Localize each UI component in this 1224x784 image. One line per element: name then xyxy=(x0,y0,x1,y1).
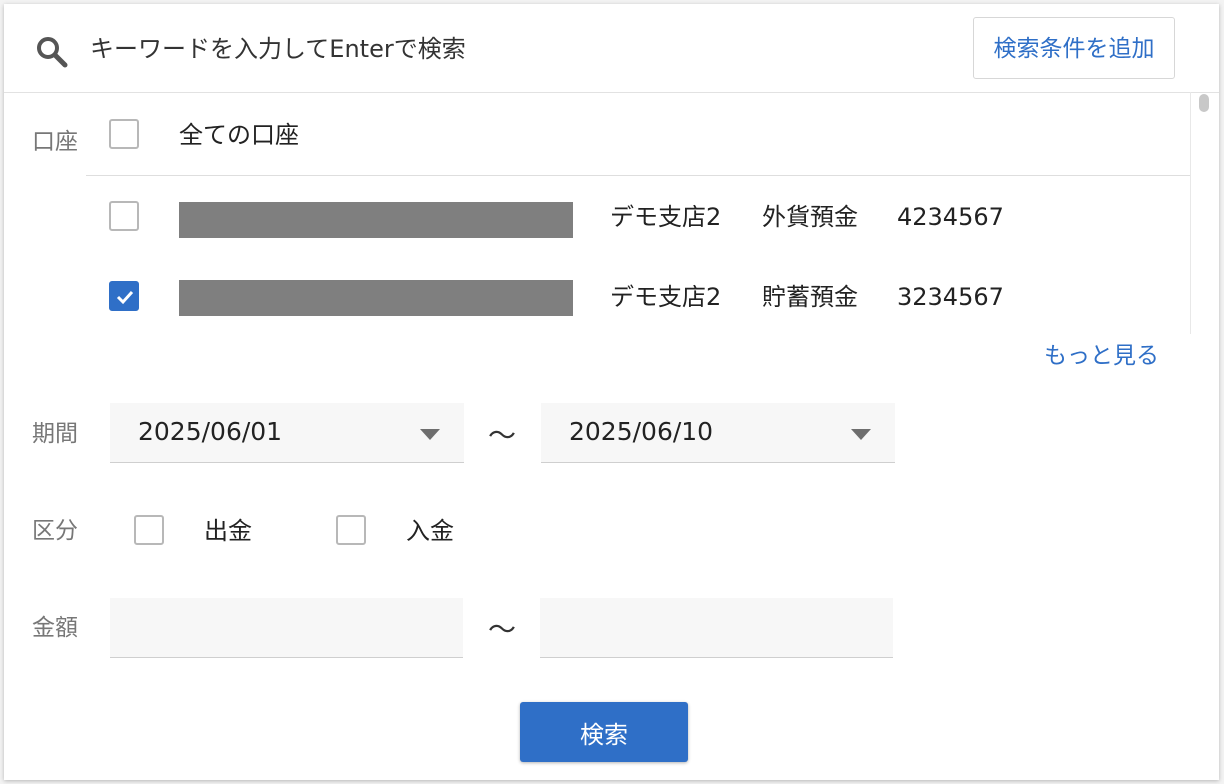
account-branch: デモ支店2 xyxy=(610,283,722,311)
masked-account-name xyxy=(179,280,573,316)
search-panel: キーワードを入力してEnterで検索 検索条件を追加 口座 全ての口座 デモ支店… xyxy=(4,4,1219,780)
amount-label: 金額 xyxy=(32,615,78,641)
all-accounts-label: 全ての口座 xyxy=(179,121,299,149)
period-to-value: 2025/06/10 xyxy=(569,417,714,446)
deposit-checkbox[interactable] xyxy=(336,515,366,545)
accounts-divider xyxy=(86,175,1191,176)
accounts-label: 口座 xyxy=(32,129,78,155)
amount-max-input[interactable] xyxy=(540,598,893,658)
account-number: 3234567 xyxy=(897,283,1004,311)
period-separator: 〜 xyxy=(488,419,517,452)
add-search-condition-button[interactable]: 検索条件を追加 xyxy=(973,17,1175,79)
accounts-scrollbar[interactable] xyxy=(1199,94,1209,112)
period-label: 期間 xyxy=(32,421,78,447)
search-input-placeholder[interactable]: キーワードを入力してEnterで検索 xyxy=(90,31,466,67)
withdrawal-label: 出金 xyxy=(204,517,252,545)
account-number: 4234567 xyxy=(897,203,1004,231)
category-label: 区分 xyxy=(32,518,78,544)
masked-account-name xyxy=(179,202,573,238)
check-icon xyxy=(116,290,134,305)
period-to-select[interactable]: 2025/06/10 xyxy=(541,403,895,463)
account-checkbox[interactable] xyxy=(109,201,139,231)
amount-separator: 〜 xyxy=(488,613,517,646)
caret-down-icon xyxy=(851,429,871,440)
account-type: 外貨預金 xyxy=(762,203,858,231)
period-from-value: 2025/06/01 xyxy=(138,417,283,446)
search-icon xyxy=(37,37,68,68)
account-type: 貯蓄預金 xyxy=(762,283,858,311)
accounts-scroll-track xyxy=(1190,92,1191,334)
search-button[interactable]: 検索 xyxy=(520,702,688,762)
keyword-search-bar[interactable]: キーワードを入力してEnterで検索 検索条件を追加 xyxy=(4,4,1219,93)
show-more-link[interactable]: もっと見る xyxy=(1044,338,1159,374)
deposit-label: 入金 xyxy=(406,517,454,545)
all-accounts-checkbox[interactable] xyxy=(109,119,139,149)
caret-down-icon xyxy=(420,429,440,440)
account-branch: デモ支店2 xyxy=(610,203,722,231)
period-from-select[interactable]: 2025/06/01 xyxy=(110,403,464,463)
withdrawal-checkbox[interactable] xyxy=(134,515,164,545)
amount-min-input[interactable] xyxy=(110,598,463,658)
account-checkbox[interactable] xyxy=(109,281,139,311)
